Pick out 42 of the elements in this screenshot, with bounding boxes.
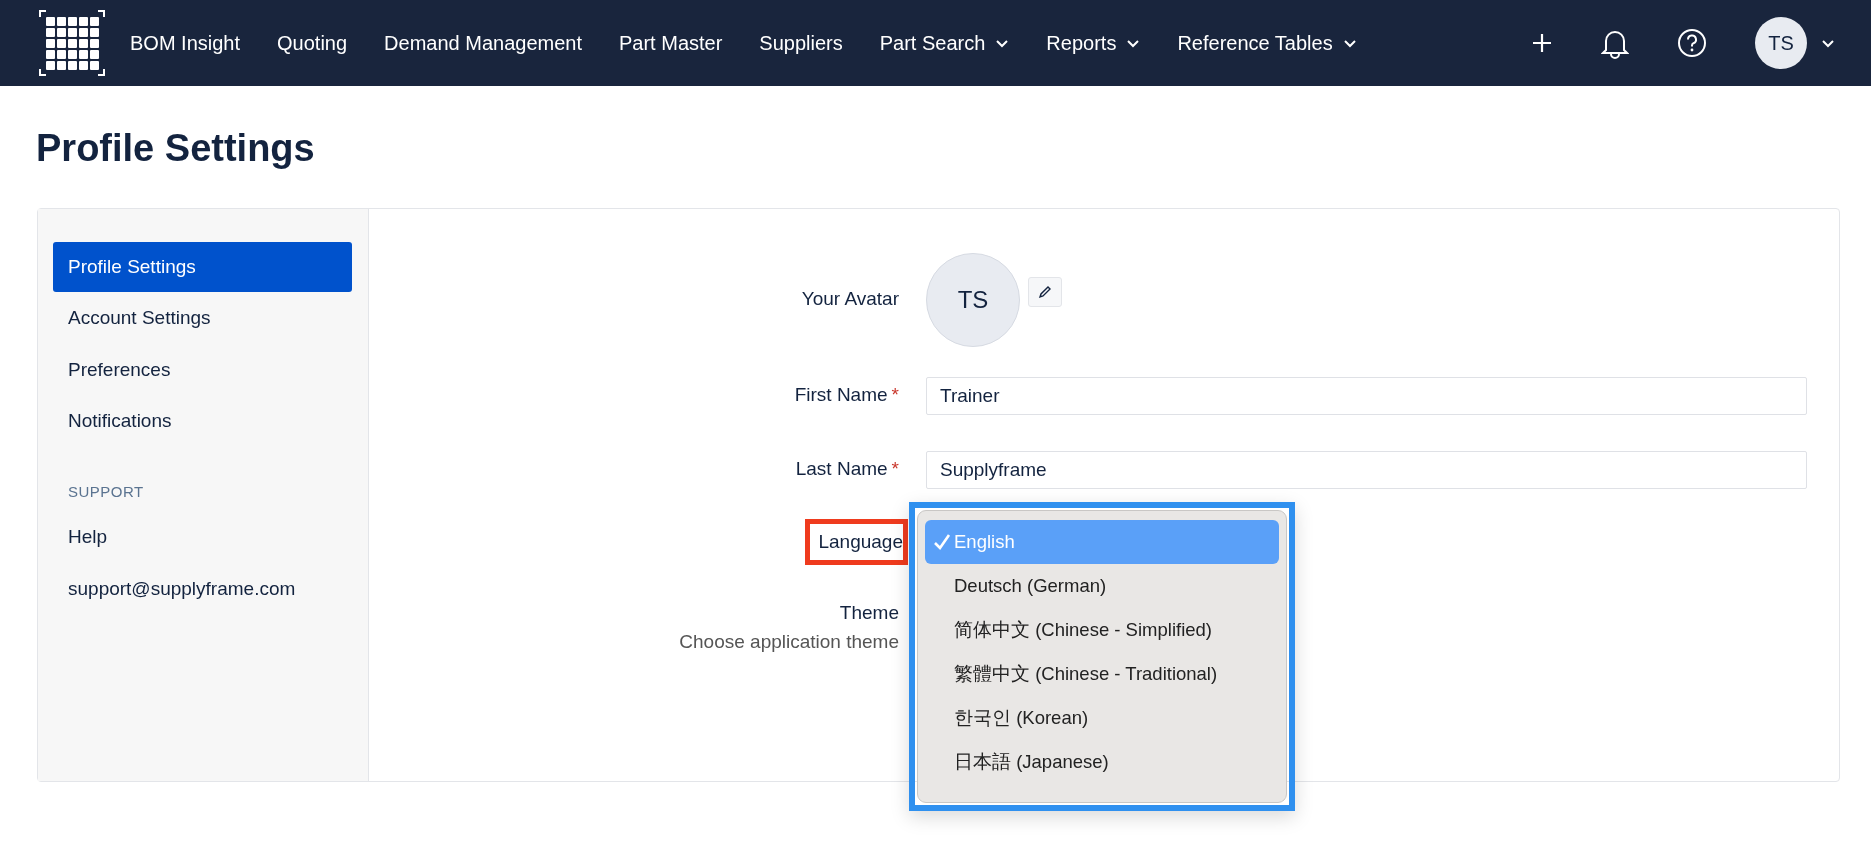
nav-link[interactable]: BOM Insight	[130, 28, 241, 58]
nav-link[interactable]: Part Master	[619, 28, 723, 58]
caret-icon[interactable]	[1821, 38, 1835, 48]
nav-link[interactable]: Reports	[1046, 28, 1141, 58]
nav-link[interactable]: Quoting	[277, 28, 348, 58]
nav-link[interactable]: Part Search	[879, 28, 1010, 58]
pencil-icon	[1037, 283, 1053, 300]
nav-link[interactable]: Suppliers	[759, 28, 843, 58]
menu-option[interactable]: Deutsch (German)	[925, 563, 1279, 608]
required-mark: *	[891, 458, 899, 480]
field-label: Last Name *	[794, 457, 899, 482]
add-button[interactable]	[1531, 32, 1553, 54]
required-mark: *	[891, 384, 899, 406]
menu-option[interactable]: 日本語 (Japanese)	[925, 739, 1279, 784]
help-button[interactable]	[1677, 28, 1707, 58]
help-icon	[1677, 28, 1707, 58]
profile-avatar: TS	[926, 252, 1020, 347]
sidebar-link[interactable]: support@supplyframe.com	[53, 563, 352, 615]
nav-link[interactable]: Demand Management	[384, 28, 582, 58]
checkmark-icon	[933, 532, 951, 551]
nav-link[interactable]: Reference Tables	[1177, 28, 1357, 58]
field-label: Language	[805, 518, 908, 566]
app-logo[interactable]	[36, 7, 108, 79]
text-field[interactable]: Supplyframe	[926, 450, 1807, 489]
field-label: Theme	[839, 601, 899, 626]
user-avatar[interactable]: TS	[1755, 17, 1807, 69]
menu-option[interactable]: 繁體中文 (Chinese - Traditional)	[925, 651, 1279, 696]
field-label: Your Avatar	[800, 287, 899, 312]
sidebar-link[interactable]: Help	[53, 512, 352, 563]
menu-option[interactable]: 한국인 (Korean)	[925, 695, 1279, 740]
edit-avatar-button[interactable]	[1028, 276, 1062, 307]
sidebar-item[interactable]: Notifications	[53, 396, 352, 447]
plus-icon	[1531, 32, 1553, 54]
page-title: Profile Settings	[36, 126, 316, 171]
section-heading: SUPPORT	[67, 481, 145, 502]
sidebar-item[interactable]: Profile Settings	[53, 241, 352, 293]
field-label: First Name *	[793, 383, 899, 408]
sidebar-item[interactable]: Preferences	[53, 344, 352, 396]
sidebar-item[interactable]: Account Settings	[53, 293, 352, 344]
menu-option[interactable]: 简体中文 (Chinese - Simplified)	[925, 607, 1279, 652]
field-hint: Choose application theme	[679, 629, 899, 654]
text-field[interactable]: Trainer	[926, 376, 1807, 415]
